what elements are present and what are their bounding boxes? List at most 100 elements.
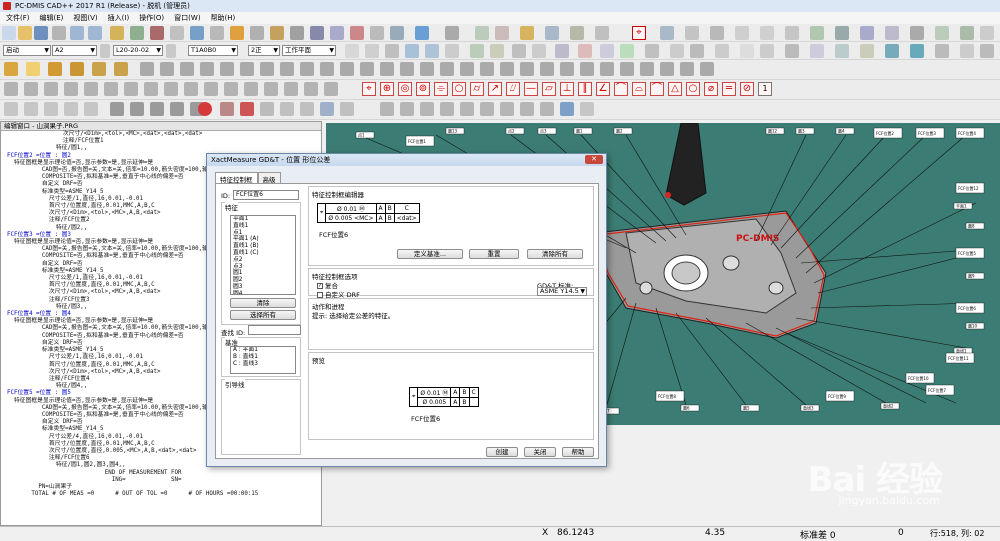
grid-icon[interactable] (532, 44, 546, 58)
menu-view[interactable]: 视图(V) (73, 13, 97, 23)
probe-check-icon[interactable] (220, 102, 234, 116)
gdt-total-runout-icon[interactable]: ⌰ (506, 82, 520, 96)
feature-list-item[interactable]: 圆3 (231, 284, 295, 291)
tool7-icon[interactable] (740, 44, 754, 58)
menu-edit[interactable]: 编辑(E) (40, 13, 64, 23)
tool6-icon[interactable] (715, 44, 729, 58)
edge-point-icon[interactable] (160, 62, 174, 76)
gdt-circle-icon[interactable]: ○ (452, 82, 466, 96)
arrow-feature-icon[interactable] (26, 62, 40, 76)
fcf-datum-a[interactable]: A (375, 203, 386, 214)
code-line[interactable]: TOTAL # OF MEAS =0 # OUT OF TOL =0 # OF … (7, 491, 321, 498)
gdt-perpendicular-icon[interactable]: ⊥ (560, 82, 574, 96)
construct-circle-icon[interactable] (64, 82, 78, 96)
goto-icon[interactable] (460, 102, 474, 116)
code-line[interactable]: END OF MEASUREMENT FOR (7, 470, 321, 477)
probe-icon[interactable] (150, 26, 164, 40)
feature-list-item[interactable]: 圆2 (231, 277, 295, 284)
fcf-tol2[interactable]: Ø 0.005 <MC> (325, 213, 377, 223)
zoom-icon[interactable] (425, 44, 439, 58)
clear-button[interactable]: 清除 (230, 298, 296, 308)
tools-icon[interactable] (545, 26, 559, 40)
datum-list-item[interactable]: A : 平面1 (231, 347, 295, 354)
construct-surface-icon[interactable] (184, 82, 198, 96)
help-button[interactable]: 帮助 (562, 447, 594, 457)
code-line[interactable]: 特征/圆1,, (7, 145, 321, 152)
cloud2-icon[interactable] (860, 26, 874, 40)
construct-slot-icon[interactable] (264, 82, 278, 96)
datum-list-item[interactable]: B : 直线1 (231, 354, 295, 361)
delete-all-button[interactable]: 清除所有 (527, 249, 583, 259)
table2-icon[interactable] (578, 44, 592, 58)
play-icon[interactable] (110, 102, 124, 116)
profile-icon[interactable] (700, 62, 714, 76)
gdt-profile-surface-icon[interactable]: ⌓ (632, 82, 646, 96)
tab-fcf[interactable]: 特征控制框 (215, 172, 258, 184)
gdt-bar-icon[interactable]: ═ (722, 82, 736, 96)
feature-list-item[interactable]: 圆4 (231, 291, 295, 294)
measure-icon[interactable] (445, 26, 459, 40)
edit-icon[interactable] (520, 26, 534, 40)
construct-line2-icon[interactable] (304, 82, 318, 96)
probe-change-icon[interactable] (350, 26, 364, 40)
dim-location-icon[interactable] (4, 102, 18, 116)
construct-plane-icon[interactable] (44, 82, 58, 96)
graph-icon[interactable] (310, 26, 324, 40)
curve-icon[interactable] (680, 62, 694, 76)
construct-line-icon[interactable] (24, 82, 38, 96)
comment3-icon[interactable] (300, 102, 314, 116)
execute-icon[interactable] (110, 26, 124, 40)
camera-icon[interactable] (290, 26, 304, 40)
construct-curve-icon[interactable] (164, 82, 178, 96)
scan-icon[interactable] (250, 26, 264, 40)
gdt-slash-icon[interactable]: ⌀ (704, 82, 718, 96)
feature-list-item[interactable]: 直线1 (C) (231, 250, 295, 257)
construct-filter-icon[interactable] (224, 82, 238, 96)
if-icon[interactable] (400, 102, 414, 116)
table-icon[interactable] (330, 26, 344, 40)
feature-list-item[interactable]: 直线1 (231, 223, 295, 230)
mark-icon[interactable] (130, 26, 144, 40)
fcf-datum-b[interactable]: B (384, 203, 395, 214)
tool16-icon[interactable] (960, 44, 974, 58)
view-combo[interactable]: 2正 ▼ (248, 45, 280, 56)
target-icon[interactable]: ⌖ (632, 26, 646, 40)
tool5-icon[interactable] (690, 44, 704, 58)
settings-icon[interactable] (170, 26, 184, 40)
surface-icon[interactable] (480, 62, 494, 76)
gdt-cylindricity-icon[interactable]: ⌭ (470, 82, 484, 96)
refresh-icon[interactable] (710, 26, 724, 40)
clock-icon[interactable] (735, 26, 749, 40)
cylinder-feature-icon[interactable] (114, 62, 128, 76)
dim-keyin-icon[interactable] (64, 102, 78, 116)
gdt-circle2-icon[interactable]: ○ (686, 82, 700, 96)
cylinder-icon[interactable] (380, 62, 394, 76)
label-icon[interactable] (480, 102, 494, 116)
circle-feature-icon[interactable] (92, 62, 106, 76)
screen2-icon[interactable] (490, 44, 504, 58)
dim-angle-icon[interactable] (44, 102, 58, 116)
gdt-profile-line2-icon[interactable]: ⌒ (650, 82, 664, 96)
fcf-datum2-b[interactable]: B (384, 213, 395, 223)
point-icon[interactable] (140, 62, 154, 76)
cube-icon[interactable] (370, 26, 384, 40)
view-iso-icon[interactable] (405, 44, 419, 58)
list-icon[interactable] (475, 26, 489, 40)
fcf-datum2-a[interactable]: A (375, 213, 386, 223)
view-front-icon[interactable] (345, 44, 359, 58)
construct-cone-icon[interactable] (124, 82, 138, 96)
find-id-input[interactable] (248, 325, 301, 335)
cloud-op2-icon[interactable] (980, 26, 994, 40)
camera2-icon[interactable] (512, 44, 526, 58)
line-feature-icon[interactable] (70, 62, 84, 76)
tool8-icon[interactable] (760, 44, 774, 58)
surface-point-icon[interactable] (640, 62, 654, 76)
vector-icon[interactable] (620, 62, 634, 76)
check2-icon[interactable] (170, 102, 184, 116)
datum-list[interactable]: A : 平面1 B : 直线1 C : 直线3 (230, 346, 296, 374)
reset-button[interactable]: 重置 (469, 249, 519, 259)
sync-icon[interactable] (660, 26, 674, 40)
tool9-icon[interactable] (785, 44, 799, 58)
corner-point-icon[interactable] (200, 62, 214, 76)
create-button[interactable]: 创建 (486, 447, 518, 457)
